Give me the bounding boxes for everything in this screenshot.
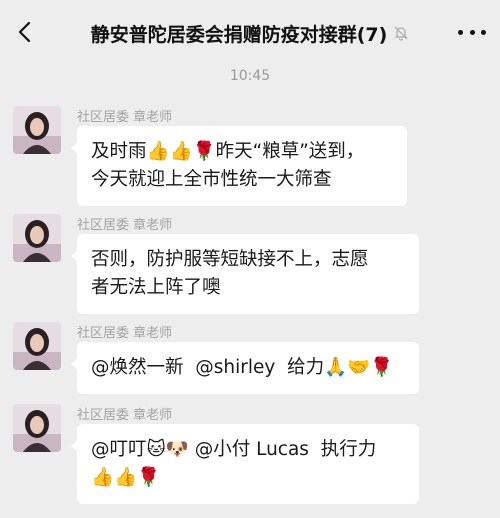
chat-title-area[interactable]: 静安普陀居委会捐赠防疫对接群(7) — [60, 18, 440, 48]
avatar[interactable] — [13, 404, 61, 452]
chat-header: 静安普陀居委会捐赠防疫对接群(7) — [0, 0, 500, 64]
chevron-left-icon — [18, 21, 31, 43]
bell-off-icon — [393, 25, 409, 41]
message-line: 今天就迎上全市性统一大筛查 — [91, 169, 332, 190]
avatar[interactable] — [13, 214, 61, 262]
more-dot — [481, 29, 486, 35]
more-dots-icon — [458, 29, 463, 35]
avatar[interactable] — [13, 106, 61, 154]
chat-title: 静安普陀居委会捐赠防疫对接群(7) — [90, 23, 388, 46]
more-dot — [469, 29, 475, 35]
message-line: 👍👍🌹 — [91, 467, 161, 488]
message-bubble[interactable]: @焕然一新 @shirley 给力🙏🤝🌹 — [71, 342, 419, 394]
message-line: @焕然一新 @shirley 给力🙏🤝🌹 — [91, 357, 394, 378]
sender-name: 社区居委 章老师 — [77, 218, 173, 233]
message-bubble[interactable]: 否则，防护服等短缺接不上，志愿 者无法上阵了噢 — [71, 234, 419, 314]
sender-name: 社区居委 章老师 — [77, 110, 173, 125]
more-button[interactable] — [458, 22, 486, 42]
message-line: 者无法上阵了噢 — [91, 277, 221, 298]
message-timestamp: 10:45 — [229, 68, 271, 84]
message-line: 及时雨👍👍🌹昨天“粮草”送到， — [91, 141, 365, 162]
back-button[interactable] — [12, 20, 36, 44]
sender-name: 社区居委 章老师 — [77, 408, 173, 423]
message-bubble[interactable]: 及时雨👍👍🌹昨天“粮草”送到， 今天就迎上全市性统一大筛查 — [71, 126, 407, 206]
message-line: @叮叮🐱🐶 @小付 Lucas 执行力 — [91, 439, 377, 460]
sender-name: 社区居委 章老师 — [77, 326, 173, 341]
avatar[interactable] — [13, 322, 61, 370]
message-bubble[interactable]: @叮叮🐱🐶 @小付 Lucas 执行力 👍👍🌹 — [71, 424, 419, 504]
message-line: 否则，防护服等短缺接不上，志愿 — [91, 249, 369, 270]
